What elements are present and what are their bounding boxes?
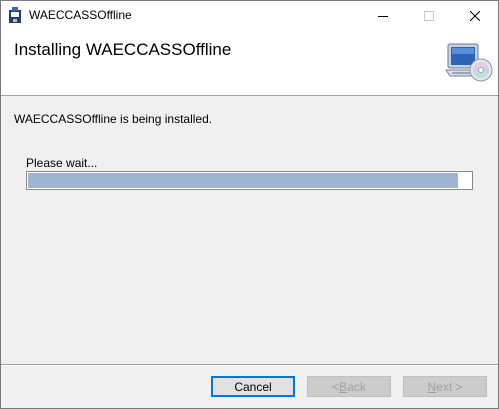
back-button: < Back xyxy=(307,376,391,397)
computer-cd-icon xyxy=(445,43,493,82)
next-rest: ext > xyxy=(436,379,463,394)
please-wait-label: Please wait... xyxy=(26,156,98,170)
header-banner: Installing WAECCASSOffline xyxy=(1,30,498,96)
minimize-icon xyxy=(378,15,388,17)
window-title: WAECCASSOffline xyxy=(29,8,132,22)
close-icon xyxy=(470,10,480,21)
installer-window: WAECCASSOffline Installing WAECCASSOffli… xyxy=(0,0,499,409)
install-progress-bar xyxy=(26,171,473,190)
next-mnemonic: N xyxy=(427,379,437,394)
minimize-button[interactable] xyxy=(360,1,406,30)
close-button[interactable] xyxy=(452,1,498,30)
cancel-button[interactable]: Cancel xyxy=(211,376,295,397)
maximize-icon xyxy=(424,10,434,21)
progress-bar-fill xyxy=(28,173,458,188)
installer-icon xyxy=(9,7,21,23)
title-bar: WAECCASSOffline xyxy=(1,1,498,30)
install-status-text: WAECCASSOffline is being installed. xyxy=(14,112,213,126)
back-prefix: < xyxy=(332,379,340,394)
back-rest: ack xyxy=(347,379,366,394)
maximize-button xyxy=(406,1,452,30)
back-mnemonic: B xyxy=(339,379,348,394)
page-title: Installing WAECCASSOffline xyxy=(14,40,232,59)
next-button: Next > xyxy=(403,376,487,397)
footer-separator-highlight xyxy=(1,365,498,366)
